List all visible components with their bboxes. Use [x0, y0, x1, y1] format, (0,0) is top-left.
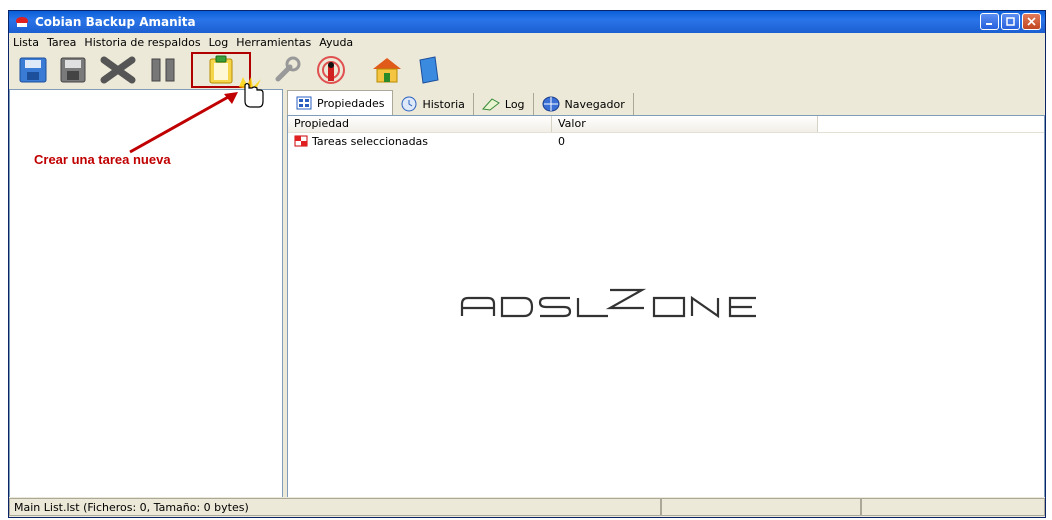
property-value: 0 — [558, 134, 565, 148]
menu-ayuda[interactable]: Ayuda — [315, 36, 357, 49]
home-icon — [373, 58, 401, 83]
help-book-icon — [419, 56, 439, 84]
close-button[interactable] — [1022, 13, 1041, 30]
task-list-panel[interactable]: Crear una tarea nueva — [9, 89, 283, 499]
save-list-icon — [19, 57, 47, 83]
menu-bar: Lista Tarea Historia de respaldos Log He… — [9, 33, 1045, 51]
properties-header: Propiedad Valor — [288, 116, 1044, 133]
window-controls — [980, 13, 1041, 30]
column-header-propiedad[interactable]: Propiedad — [288, 116, 552, 132]
save-button[interactable] — [53, 54, 93, 86]
tab-propiedades-label: Propiedades — [317, 96, 385, 110]
menu-historia[interactable]: Historia de respaldos — [80, 36, 204, 49]
broadcast-icon — [317, 56, 345, 84]
maximize-button[interactable] — [1001, 13, 1020, 30]
broadcast-button[interactable] — [309, 54, 353, 86]
tab-historia-label: Historia — [422, 97, 465, 111]
details-tabs: Propiedades Historia Log Navegador — [287, 89, 1045, 115]
properties-panel[interactable]: Propiedad Valor Tareas seleccionadas 0 — [287, 115, 1045, 499]
save-list-button[interactable] — [13, 54, 53, 86]
tasks-icon — [294, 135, 308, 147]
menu-tarea[interactable]: Tarea — [43, 36, 80, 49]
close-icon — [1027, 17, 1036, 26]
home-button[interactable] — [365, 54, 409, 86]
status-pane-2 — [661, 498, 861, 516]
maximize-icon — [1006, 17, 1015, 26]
help-book-button[interactable] — [409, 54, 449, 86]
minimize-button[interactable] — [980, 13, 999, 30]
adslzone-logo — [460, 288, 756, 319]
app-window: Cobian Backup Amanita Lista Tarea Histor… — [8, 10, 1046, 518]
tab-log[interactable]: Log — [474, 93, 534, 115]
status-pane-3 — [861, 498, 1045, 516]
pause-button[interactable] — [143, 54, 183, 86]
status-text: Main List.lst (Ficheros: 0, Tamaño: 0 by… — [9, 498, 661, 516]
delete-button[interactable] — [93, 54, 143, 86]
property-cell: Tareas seleccionadas — [288, 135, 552, 148]
pause-icon — [151, 58, 175, 82]
browser-icon — [542, 96, 560, 112]
tab-navegador-label: Navegador — [564, 97, 625, 111]
log-icon — [481, 98, 500, 111]
tab-historia[interactable]: Historia — [393, 93, 474, 115]
menu-log[interactable]: Log — [205, 36, 233, 49]
clock-icon — [401, 96, 417, 112]
tools-button[interactable] — [265, 54, 309, 86]
column-header-valor[interactable]: Valor — [552, 116, 818, 132]
tab-navegador[interactable]: Navegador — [534, 93, 634, 115]
status-bar: Main List.lst (Ficheros: 0, Tamaño: 0 by… — [9, 497, 1045, 517]
delete-icon — [100, 56, 136, 84]
menu-lista[interactable]: Lista — [9, 36, 43, 49]
details-area: Propiedades Historia Log Navegador Propi… — [287, 89, 1045, 499]
properties-icon — [296, 96, 312, 110]
tab-log-label: Log — [504, 97, 525, 111]
hand-cursor-icon — [239, 77, 264, 108]
property-name: Tareas seleccionadas — [312, 134, 429, 148]
table-row[interactable]: Tareas seleccionadas 0 — [288, 133, 1044, 149]
menu-herramientas[interactable]: Herramientas — [232, 36, 315, 49]
tools-icon — [275, 56, 301, 82]
title-bar[interactable]: Cobian Backup Amanita — [9, 11, 1045, 33]
minimize-icon — [986, 23, 992, 25]
save-icon — [60, 57, 86, 83]
tab-propiedades[interactable]: Propiedades — [287, 90, 394, 115]
cobian-app-icon — [16, 17, 28, 27]
window-title: Cobian Backup Amanita — [35, 15, 196, 29]
